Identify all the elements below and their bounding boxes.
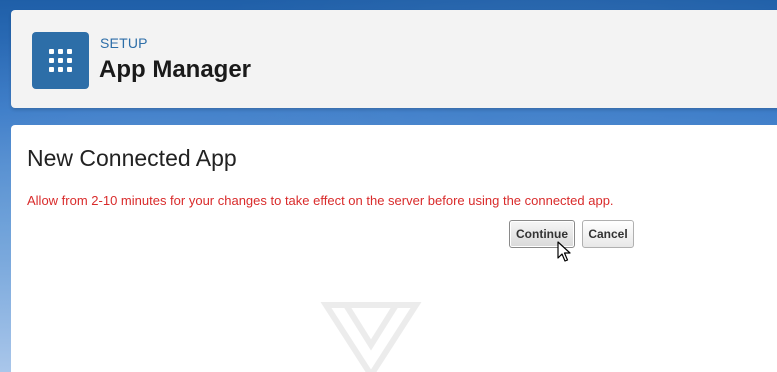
section-label: SETUP [100,35,148,51]
content-title: New Connected App [27,145,237,171]
content-panel: New Connected App Allow from 2-10 minute… [11,125,777,372]
watermark-graphic [320,302,422,372]
app-grid-icon [32,32,89,89]
page-title: App Manager [99,56,252,83]
cancel-button[interactable]: Cancel [582,220,634,248]
propagation-notice: Allow from 2-10 minutes for your changes… [27,193,614,208]
page-header: SETUP App Manager [11,10,777,108]
mouse-cursor-icon [557,241,571,262]
